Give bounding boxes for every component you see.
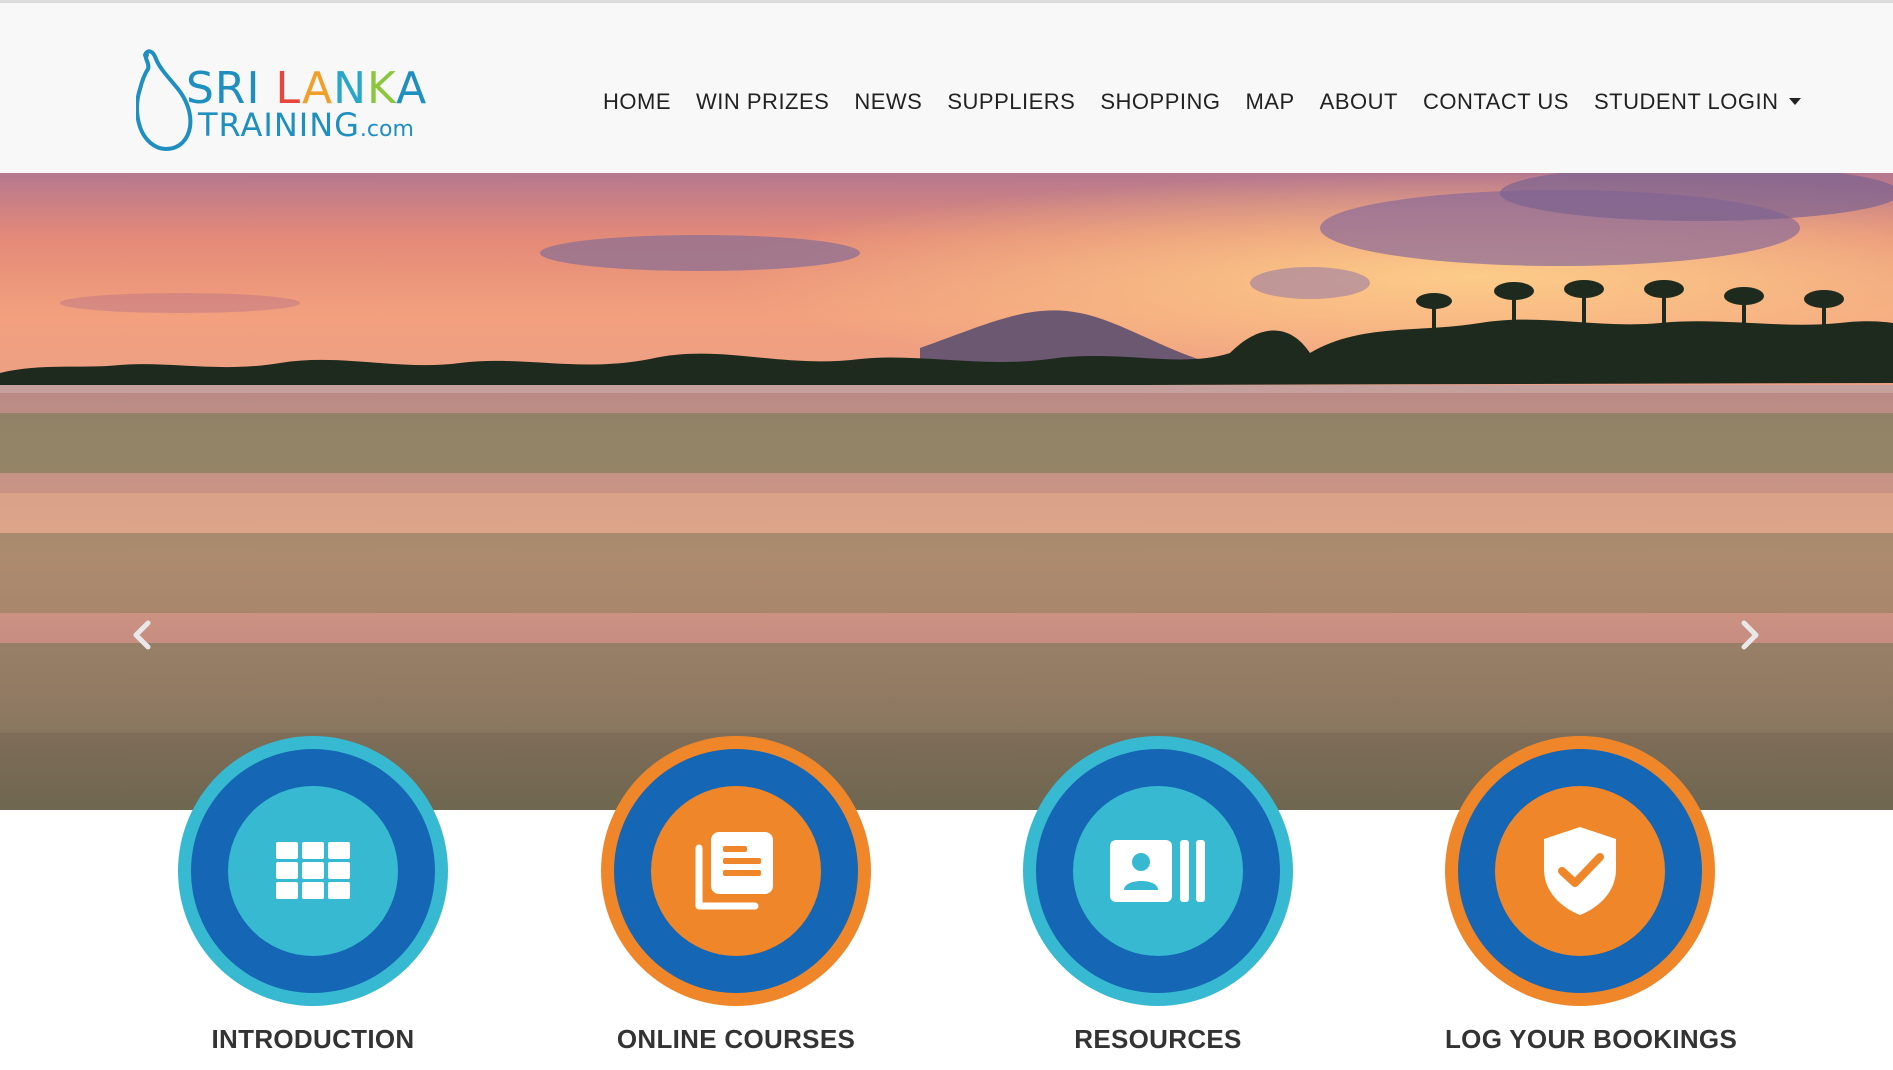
feature-resources: RESOURCES — [1023, 736, 1293, 1055]
chevron-left-icon — [133, 620, 151, 650]
introduction-label[interactable]: INTRODUCTION — [178, 1024, 448, 1055]
resources-circle-button[interactable] — [1023, 736, 1293, 1006]
contact-card-icon — [1110, 840, 1205, 902]
resources-label[interactable]: RESOURCES — [1023, 1024, 1293, 1055]
nav-map[interactable]: MAP — [1245, 89, 1294, 115]
hero-carousel — [0, 173, 1893, 810]
feature-log-your-bookings: LOG YOUR BOOKINGS — [1445, 736, 1737, 1055]
nav-about[interactable]: ABOUT — [1320, 89, 1398, 115]
logo-wordmark-bottom: TRAINING.com — [198, 106, 414, 144]
nav-news[interactable]: NEWS — [854, 89, 922, 115]
online-courses-circle-button[interactable] — [601, 736, 871, 1006]
carousel-prev-button[interactable] — [128, 617, 158, 653]
site-logo[interactable]: SRI LANKA TRAINING.com — [136, 49, 426, 153]
nav-suppliers[interactable]: SUPPLIERS — [947, 89, 1075, 115]
shield-check-icon — [1544, 827, 1616, 915]
nav-home[interactable]: HOME — [603, 89, 671, 115]
nav-win-prizes[interactable]: WIN PRIZES — [696, 89, 829, 115]
feature-online-courses: ONLINE COURSES — [601, 736, 871, 1055]
hero-sunset-lake-image — [0, 173, 1893, 810]
log-bookings-circle-button[interactable] — [1445, 736, 1715, 1006]
grid-icon — [276, 842, 350, 899]
nav-contact-us[interactable]: CONTACT US — [1423, 89, 1569, 115]
logo-wordmark-top: SRI LANKA — [186, 63, 428, 114]
caret-down-icon — [1788, 97, 1801, 105]
document-stack-icon — [695, 832, 773, 910]
site-header: SRI LANKA TRAINING.com HOME WIN PRIZES N… — [0, 3, 1893, 173]
chevron-right-icon — [1741, 620, 1759, 650]
nav-student-login-dropdown[interactable]: STUDENT LOGIN — [1594, 89, 1801, 115]
main-nav: HOME WIN PRIZES NEWS SUPPLIERS SHOPPING … — [603, 89, 1801, 115]
nav-shopping[interactable]: SHOPPING — [1100, 89, 1220, 115]
nav-student-login-label: STUDENT LOGIN — [1593, 89, 1779, 114]
log-your-bookings-label[interactable]: LOG YOUR BOOKINGS — [1445, 1024, 1737, 1055]
online-courses-label[interactable]: ONLINE COURSES — [601, 1024, 871, 1055]
feature-introduction: INTRODUCTION — [178, 736, 448, 1055]
introduction-circle-button[interactable] — [178, 736, 448, 1006]
carousel-next-button[interactable] — [1734, 617, 1764, 653]
